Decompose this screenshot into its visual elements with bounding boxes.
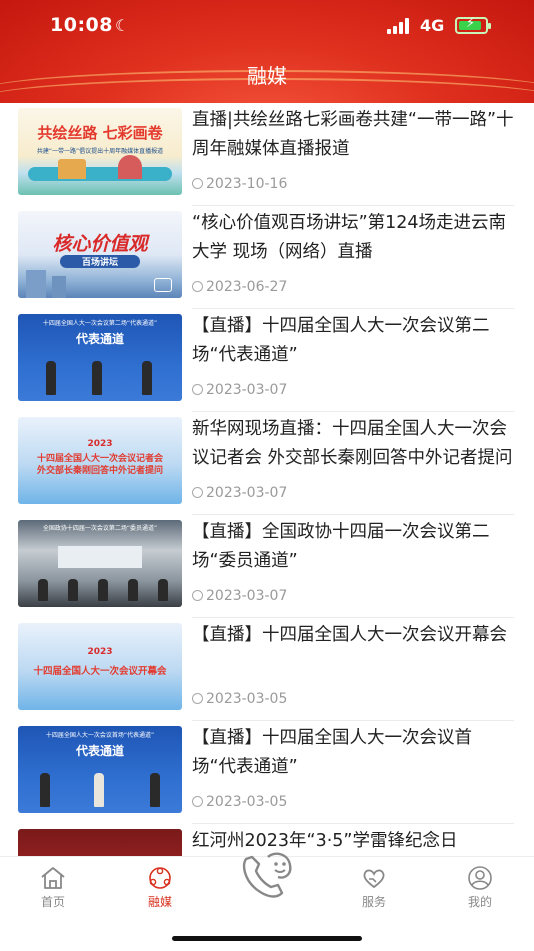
page-title: 融媒 — [247, 64, 287, 88]
news-date: 2023-03-05 — [192, 794, 287, 810]
clock-icon — [192, 384, 203, 395]
news-date: 2023-03-07 — [192, 485, 287, 501]
phone-smile-icon — [242, 852, 292, 898]
thumbnail-year: 2023 — [87, 647, 113, 657]
thumbnail-subtext: 共建“一带一路”倡议提出十周年融媒体直播报道 — [36, 148, 164, 155]
news-item[interactable]: 2023 十四届全国人大一次会议记者会 外交部长秦刚回答中外记者提问 新华网现场… — [0, 412, 534, 515]
home-icon — [41, 867, 65, 889]
news-title[interactable]: 新华网现场直播：十四届全国人大一次会议记者会 外交部长秦刚回答中外记者提问 — [192, 415, 514, 473]
network-label: 4G — [420, 16, 445, 35]
tab-home[interactable]: 首页 — [13, 865, 93, 910]
thumbnail-text: 核心价值观 — [52, 233, 148, 255]
thumbnail-subtext: 百场讲坛 — [60, 255, 140, 268]
tab-media-label: 融媒 — [147, 895, 172, 909]
home-indicator — [172, 936, 362, 941]
moon-icon: ☾ — [115, 16, 130, 35]
news-title[interactable]: 【直播】十四届全国人大一次会议开幕会 — [192, 621, 514, 650]
user-icon — [468, 866, 492, 890]
tab-media[interactable]: 融媒 — [120, 865, 200, 910]
clock-icon — [192, 693, 203, 704]
tab-profile-label: 我的 — [467, 895, 492, 909]
news-date-text: 2023-03-07 — [206, 485, 288, 501]
news-title[interactable]: 直播|共绘丝路七彩画卷共建“一带一路”十周年融媒体直播报道 — [192, 106, 514, 164]
thumbnail-caption: 全国政协十四届一次会议第二场“委员通道” — [42, 525, 158, 532]
news-date: 2023-03-07 — [192, 382, 287, 398]
clock-icon — [192, 487, 203, 498]
news-item[interactable]: 核心价值观 百场讲坛 “核心价值观百场讲坛”第124场走进云南大学 现场（网络）… — [0, 206, 534, 309]
news-date-text: 2023-03-07 — [206, 588, 288, 604]
news-item[interactable]: 十四届全国人大一次会议第二场“代表通道” 代表通道 【直播】十四届全国人大一次会… — [0, 309, 534, 412]
news-item[interactable]: 十四届全国人大一次会议首场“代表通道” 代表通道 【直播】十四届全国人大一次会议… — [0, 721, 534, 824]
clock-icon — [192, 178, 203, 189]
heart-hand-icon — [363, 869, 385, 889]
clock-icon — [192, 590, 203, 601]
news-item[interactable]: 共绘丝路 七彩画卷 共建“一带一路”倡议提出十周年融媒体直播报道 直播|共绘丝路… — [0, 103, 534, 206]
thumbnail-caption: 十四届全国人大一次会议首场“代表通道” — [45, 732, 155, 739]
tab-services-label: 服务 — [361, 895, 386, 909]
tab-home-label: 首页 — [40, 895, 65, 909]
news-item[interactable]: 全国政协十四届一次会议第二场“委员通道” 【直播】全国政协十四届一次会议第二场“… — [0, 515, 534, 618]
thumbnail-year: 2023 — [87, 439, 113, 449]
header-bar: 10:08 ☾ 4G ⚡ 融媒 — [0, 0, 534, 103]
news-thumbnail[interactable]: 十四届全国人大一次会议第二场“代表通道” 代表通道 — [18, 314, 182, 401]
news-title[interactable]: 【直播】全国政协十四届一次会议第二场“委员通道” — [192, 518, 514, 576]
hotline-button[interactable] — [238, 849, 296, 901]
news-thumbnail[interactable]: 核心价值观 百场讲坛 — [18, 211, 182, 298]
status-bar: 10:08 ☾ 4G ⚡ — [0, 14, 534, 40]
clock-icon — [192, 796, 203, 807]
thumbnail-subtext: 外交部长秦刚回答中外记者提问 — [36, 466, 163, 476]
news-thumbnail[interactable] — [18, 829, 182, 856]
news-thumbnail[interactable]: 共绘丝路 七彩画卷 共建“一带一路”倡议提出十周年融媒体直播报道 — [18, 108, 182, 195]
status-time: 10:08 — [50, 14, 113, 36]
signal-icon — [387, 18, 413, 34]
news-date-text: 2023-06-27 — [206, 279, 288, 295]
news-thumbnail[interactable]: 全国政协十四届一次会议第二场“委员通道” — [18, 520, 182, 607]
news-date: 2023-03-05 — [192, 691, 287, 707]
battery-icon: ⚡ — [455, 16, 491, 34]
thumbnail-text: 共绘丝路 七彩画卷 — [37, 124, 163, 142]
news-date: 2023-06-27 — [192, 279, 287, 295]
tab-profile[interactable]: 我的 — [440, 865, 520, 910]
news-date-text: 2023-03-07 — [206, 382, 288, 398]
thumbnail-caption: 十四届全国人大一次会议第二场“代表通道” — [42, 320, 158, 327]
news-title[interactable]: “核心价值观百场讲坛”第124场走进云南大学 现场（网络）直播 — [192, 209, 514, 267]
news-thumbnail[interactable]: 2023 十四届全国人大一次会议记者会 外交部长秦刚回答中外记者提问 — [18, 417, 182, 504]
thumbnail-text: 十四届全国人大一次会议开幕会 — [33, 666, 167, 677]
news-date: 2023-10-16 — [192, 176, 287, 192]
news-date-text: 2023-03-05 — [206, 691, 288, 707]
media-icon — [149, 867, 171, 889]
news-date: 2023-03-07 — [192, 588, 287, 604]
thumbnail-text: 代表通道 — [75, 744, 124, 758]
news-list[interactable]: 共绘丝路 七彩画卷 共建“一带一路”倡议提出十周年融媒体直播报道 直播|共绘丝路… — [0, 103, 534, 856]
tab-services[interactable]: 服务 — [334, 865, 414, 910]
news-title[interactable]: 【直播】十四届全国人大一次会议首场“代表通道” — [192, 724, 514, 782]
news-thumbnail[interactable]: 十四届全国人大一次会议首场“代表通道” 代表通道 — [18, 726, 182, 813]
thumbnail-text: 代表通道 — [75, 332, 124, 346]
news-thumbnail[interactable]: 2023 十四届全国人大一次会议开幕会 — [18, 623, 182, 710]
news-item[interactable]: 2023 十四届全国人大一次会议开幕会 【直播】十四届全国人大一次会议开幕会 2… — [0, 618, 534, 721]
news-date-text: 2023-03-05 — [206, 794, 288, 810]
news-title[interactable]: 【直播】十四届全国人大一次会议第二场“代表通道” — [192, 312, 514, 370]
clock-icon — [192, 281, 203, 292]
news-date-text: 2023-10-16 — [206, 176, 288, 192]
